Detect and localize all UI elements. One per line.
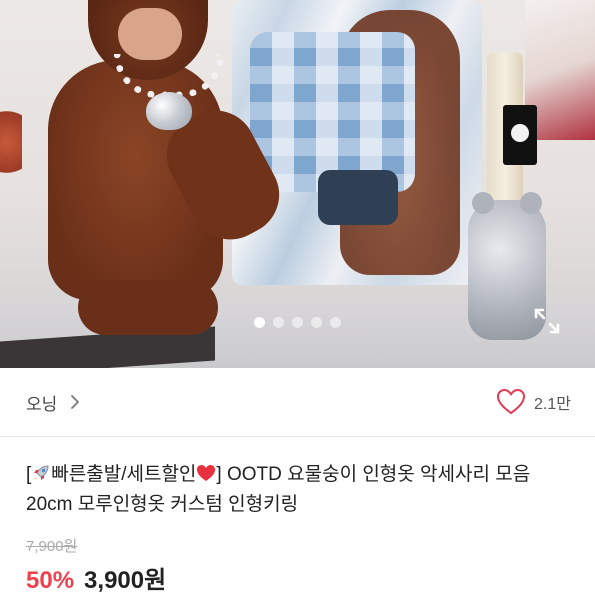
seller-name-link[interactable]: 오닝 — [26, 390, 57, 415]
carousel-dot[interactable] — [292, 317, 303, 328]
carousel-indicator — [0, 317, 595, 328]
photo-monkey-plush — [28, 0, 294, 335]
sale-price: 3,900원 — [84, 567, 167, 594]
original-price: 7,900원 — [26, 538, 78, 555]
carousel-dot[interactable] — [311, 317, 322, 328]
price-row: 50% 3,900원 — [26, 560, 166, 595]
carousel-dot[interactable] — [330, 317, 341, 328]
product-title: [ 빠른출발/세트할인 ] OOTD 요물숭이 인형옷 악세사리 모음 20cm… — [26, 460, 571, 520]
divider — [0, 436, 595, 437]
chevron-right-icon[interactable] — [67, 394, 83, 410]
photo-tag-logo — [511, 124, 529, 142]
carousel-dot[interactable] — [273, 317, 284, 328]
like-count: 2.1만 — [534, 396, 571, 413]
photo-doll-sweater — [250, 32, 415, 192]
title-tag-text: 빠른출발/세트할인 — [51, 464, 197, 485]
rocket-icon — [34, 465, 49, 480]
photo-doll-pants — [318, 170, 398, 225]
heart-icon — [197, 465, 216, 481]
discount-rate: 50% — [26, 567, 75, 594]
heart-icon[interactable] — [496, 387, 526, 417]
product-image-carousel[interactable] — [0, 0, 595, 368]
photo-background-decor — [0, 110, 22, 190]
carousel-dot[interactable] — [254, 317, 265, 328]
seller-row: 오닝 2.1만 — [0, 368, 595, 436]
expand-icon[interactable] — [532, 306, 562, 336]
